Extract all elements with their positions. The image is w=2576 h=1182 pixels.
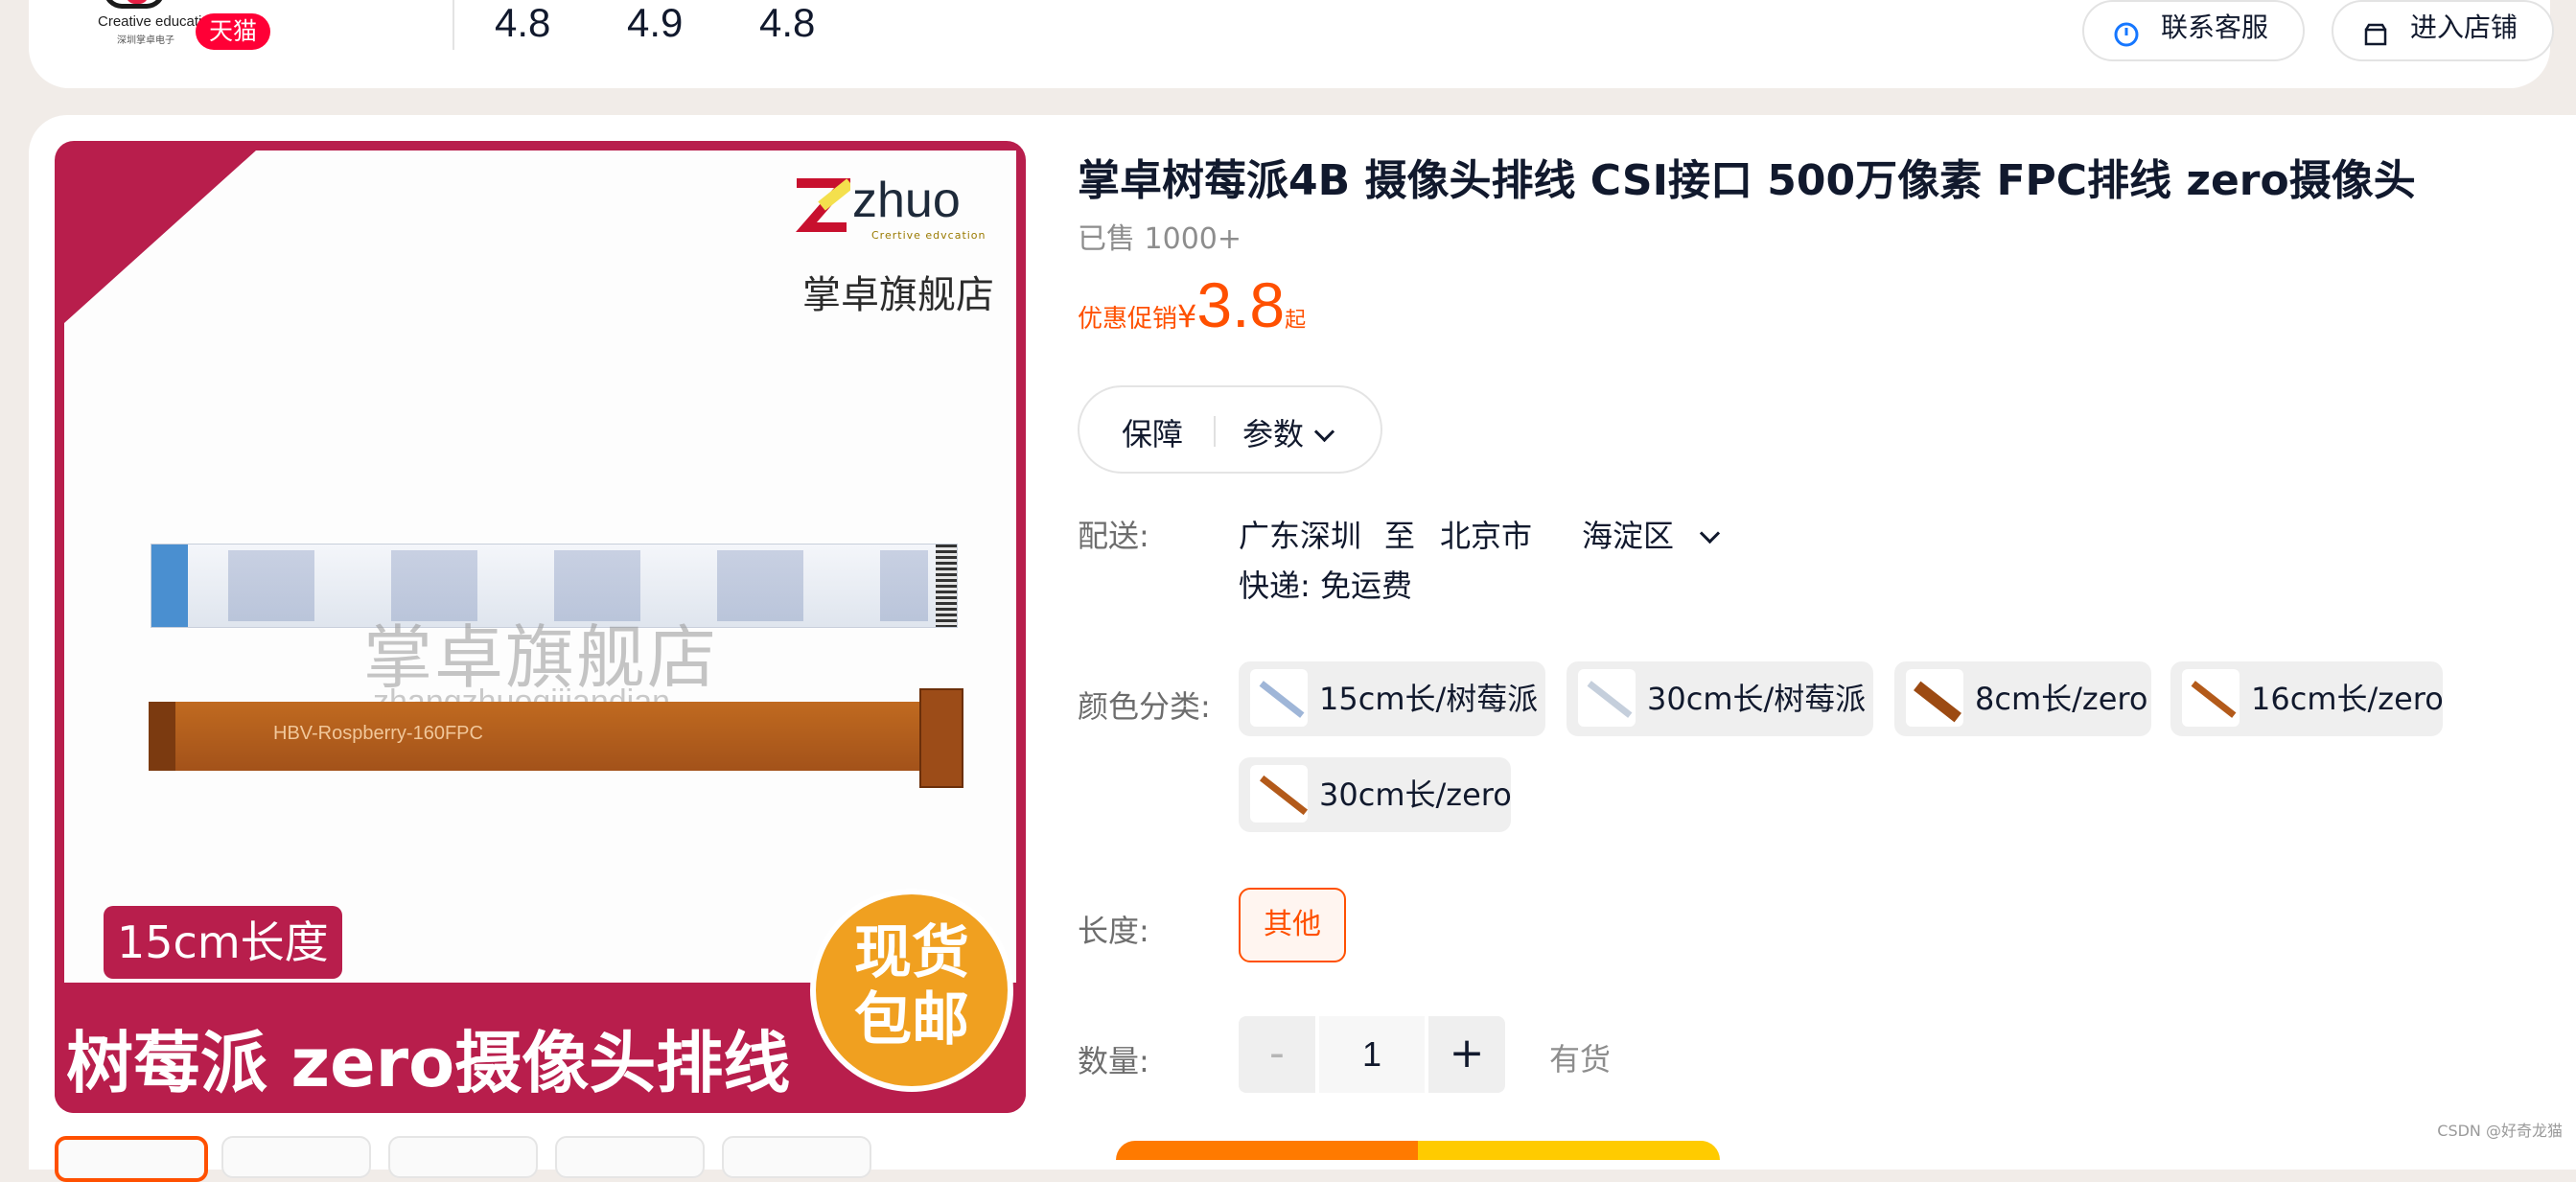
price: 优惠促销¥3.8起 bbox=[1078, 268, 1306, 341]
brand-tagline: Crertive edvcation bbox=[871, 229, 986, 242]
sku-thumbnail bbox=[1250, 765, 1308, 823]
contact-service-button[interactable]: 联系客服 bbox=[2082, 0, 2305, 61]
chevron-down-icon bbox=[1313, 421, 1335, 443]
contact-service-label: 联系客服 bbox=[2161, 12, 2269, 43]
store-logo[interactable]: Creative education 深圳掌卓电子 bbox=[63, 0, 218, 48]
cable-print: HBV-Rospberry-160FPC bbox=[273, 723, 483, 744]
store-score-3: 4.8 bbox=[759, 0, 816, 45]
sku-thumbnail bbox=[2182, 669, 2239, 727]
tab-params[interactable]: 参数 bbox=[1242, 410, 1335, 454]
ship-from: 广东深圳 bbox=[1239, 518, 1362, 554]
corner-decoration bbox=[64, 151, 256, 323]
store-score-2: 4.9 bbox=[627, 0, 684, 45]
stock-status: 有货 bbox=[1549, 1041, 1612, 1078]
color-label: 颜色分类: bbox=[1078, 688, 1211, 725]
quantity-decrement-button[interactable]: - bbox=[1239, 1016, 1315, 1093]
quantity-label: 数量: bbox=[1078, 1043, 1149, 1079]
sku-option-30cm-raspberry[interactable]: 30cm长/树莓派 bbox=[1566, 661, 1873, 736]
store-score-1: 4.8 bbox=[495, 0, 551, 45]
brand-store-name: 掌卓旗舰店 bbox=[802, 273, 994, 317]
chevron-down-icon bbox=[1699, 522, 1721, 545]
thumbnail[interactable] bbox=[55, 1136, 208, 1182]
destination-district-select[interactable]: 海淀区 bbox=[1582, 512, 1721, 556]
sku-label: 30cm长/zero bbox=[1319, 776, 1512, 813]
sku-thumbnail bbox=[1906, 669, 1963, 727]
sku-label: 16cm长/zero bbox=[2251, 681, 2444, 717]
tmall-badge: 天猫 bbox=[196, 13, 271, 50]
sku-option-15cm-raspberry[interactable]: 15cm长/树莓派 bbox=[1239, 661, 1545, 736]
express-fee: 快递: 免运费 bbox=[1239, 568, 1412, 604]
headset-icon bbox=[2114, 22, 2139, 47]
watermark-credit: CSDN @好奇龙猫 bbox=[2437, 1122, 2563, 1140]
sku-thumbnail bbox=[1578, 669, 1636, 727]
quantity-input[interactable] bbox=[1319, 1016, 1425, 1093]
main-product-image[interactable]: zhuo Crertive edvcation 掌卓旗舰店 掌卓旗舰店 zhan… bbox=[55, 141, 1026, 1113]
store-header: Creative education 深圳掌卓电子 天猫 4.8 4.9 4.8… bbox=[29, 0, 2554, 88]
length-badge: 15cm长度 bbox=[104, 906, 342, 979]
shipping-label: 配送: bbox=[1078, 518, 1149, 554]
sku-label: 30cm长/树莓派 bbox=[1647, 681, 1867, 717]
sku-option-30cm-zero[interactable]: 30cm长/zero bbox=[1239, 757, 1512, 832]
thumbnail[interactable] bbox=[221, 1136, 371, 1178]
destination-city[interactable]: 北京市 bbox=[1440, 512, 1532, 556]
quantity-increment-button[interactable]: + bbox=[1428, 1016, 1505, 1093]
brand-z-logo-icon bbox=[796, 178, 850, 232]
thumbnail[interactable] bbox=[388, 1136, 538, 1178]
price-value: 3.8 bbox=[1196, 269, 1286, 340]
in-stock-free-shipping-badge: 现货 包邮 bbox=[810, 889, 1013, 1092]
price-suffix: 起 bbox=[1285, 309, 1307, 333]
thumbnail[interactable] bbox=[722, 1136, 871, 1178]
thumbnail[interactable] bbox=[555, 1136, 705, 1178]
orange-fpc-cable: HBV-Rospberry-160FPC bbox=[149, 688, 963, 788]
enter-store-label: 进入店铺 bbox=[2410, 12, 2518, 43]
image-canvas: zhuo Crertive edvcation 掌卓旗舰店 掌卓旗舰店 zhan… bbox=[64, 151, 1016, 985]
buy-buttons[interactable] bbox=[1116, 1141, 1720, 1160]
tab-params-label: 参数 bbox=[1242, 416, 1305, 452]
tab-guarantee[interactable]: 保障 bbox=[1122, 410, 1183, 454]
logo-icon bbox=[104, 0, 165, 9]
sku-label: 15cm长/树莓派 bbox=[1319, 681, 1539, 717]
length-label: 长度: bbox=[1078, 913, 1149, 949]
sku-label: 8cm长/zero bbox=[1975, 681, 2148, 717]
divider bbox=[453, 0, 454, 50]
logo-subtext: 深圳掌卓电子 bbox=[117, 35, 174, 46]
sold-count: 已售 1000+ bbox=[1078, 222, 1242, 256]
destination-district: 海淀区 bbox=[1582, 518, 1675, 554]
length-option-other[interactable]: 其他 bbox=[1239, 888, 1346, 962]
sku-thumbnail bbox=[1250, 669, 1308, 727]
sku-option-8cm-zero[interactable]: 8cm长/zero bbox=[1894, 661, 2151, 736]
promo-label: 优惠促销 bbox=[1078, 305, 1178, 334]
ship-to-word: 至 bbox=[1384, 518, 1416, 554]
divider bbox=[1214, 416, 1216, 447]
sku-option-16cm-zero[interactable]: 16cm长/zero bbox=[2170, 661, 2444, 736]
product-card: zhuo Crertive edvcation 掌卓旗舰店 掌卓旗舰店 zhan… bbox=[29, 115, 2576, 1182]
product-title: 掌卓树莓派4B 摄像头排线 CSI接口 500万像素 FPC排线 zero摄像头 bbox=[1078, 156, 2416, 205]
info-tabs: 保障 参数 bbox=[1078, 385, 1382, 474]
store-icon bbox=[2364, 23, 2387, 46]
brand-wordmark: zhuo bbox=[852, 173, 961, 228]
banner-text: 树莓派 zero摄像头排线 bbox=[66, 1024, 791, 1102]
enter-store-button[interactable]: 进入店铺 bbox=[2332, 0, 2554, 61]
currency-symbol: ¥ bbox=[1177, 298, 1197, 335]
